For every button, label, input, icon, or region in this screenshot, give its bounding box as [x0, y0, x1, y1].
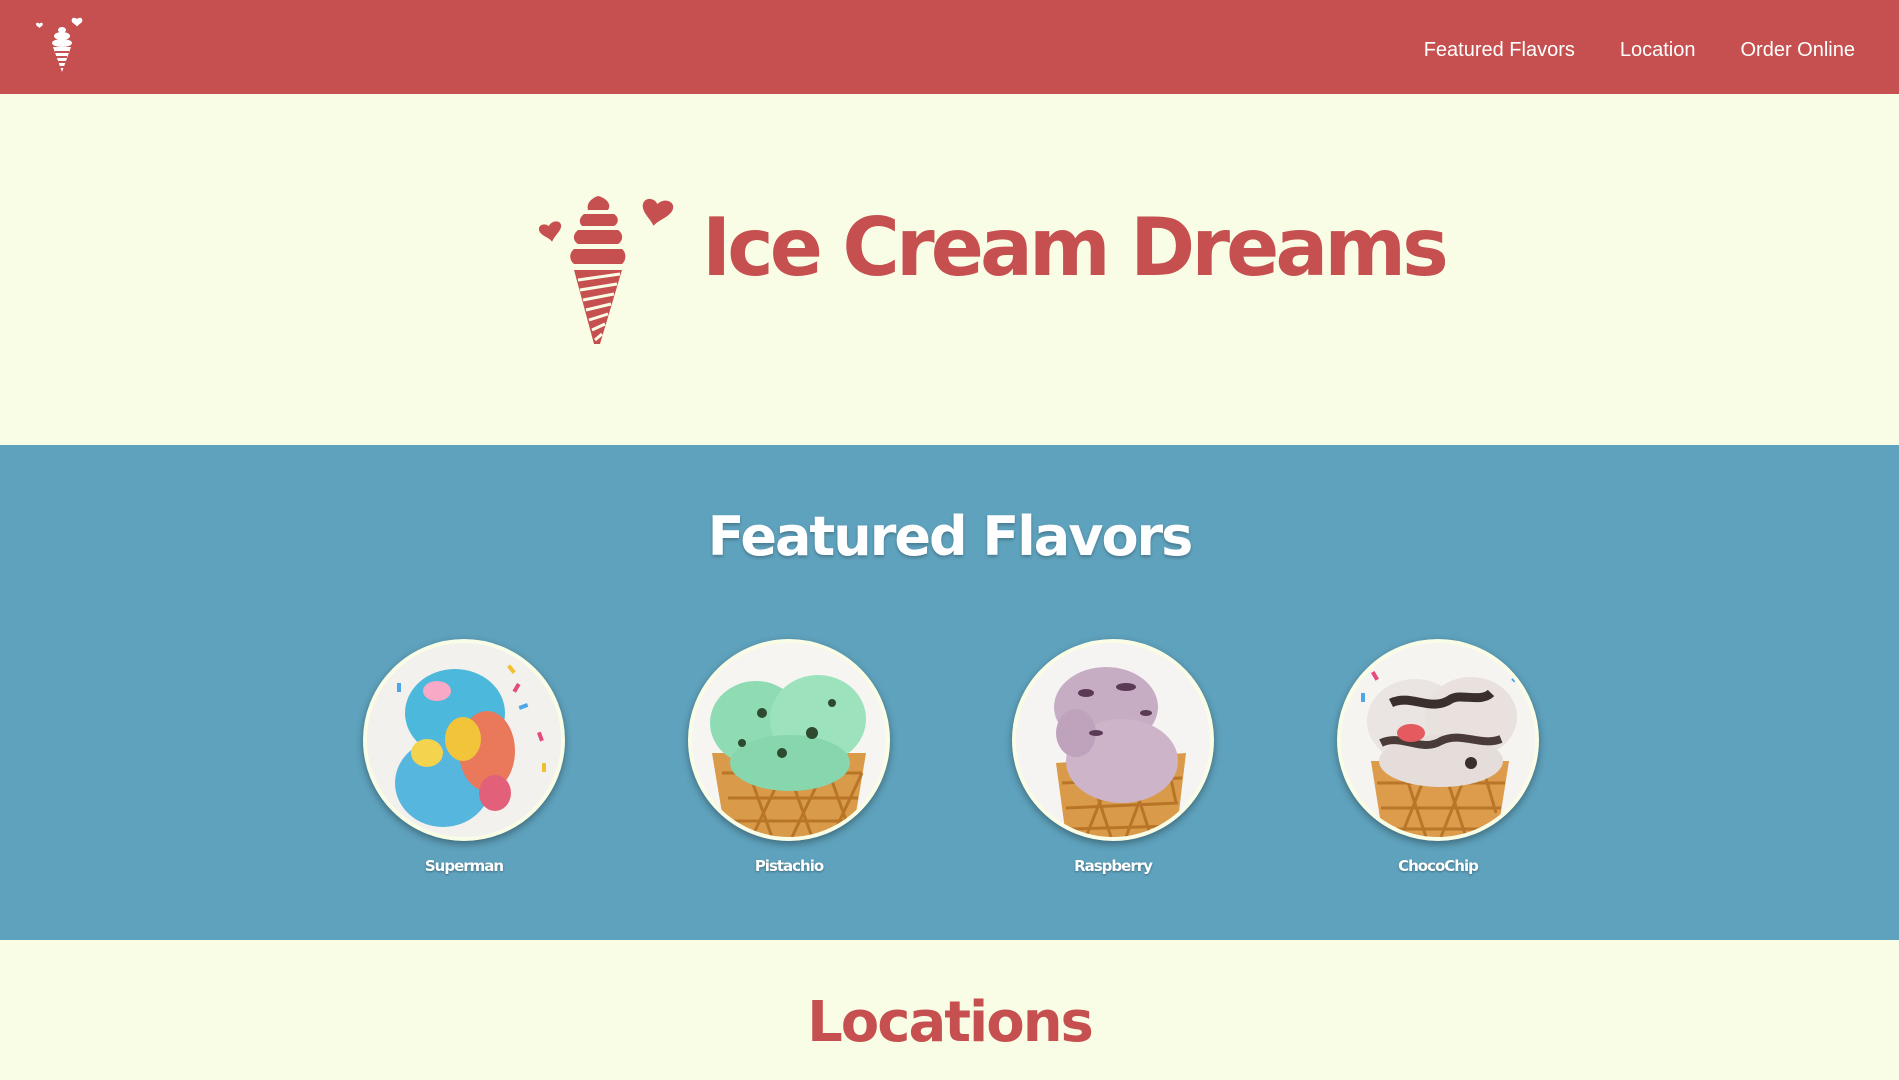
nav-links: Featured Flavors Location Order Online [1424, 0, 1855, 100]
nav-link-location[interactable]: Location [1620, 39, 1696, 62]
ice-cream-cone-hearts-icon [539, 196, 674, 344]
flavor-image-raspberry[interactable] [1012, 639, 1214, 841]
ice-cream-logo-icon[interactable] [36, 16, 92, 74]
flavor-name-chocochip: ChocoChip [1398, 857, 1479, 875]
flavor-image-chocochip[interactable] [1337, 639, 1539, 841]
nav-link-order-online[interactable]: Order Online [1741, 39, 1856, 62]
flavor-card-chocochip[interactable]: ChocoChip [1337, 639, 1539, 889]
locations-section: Locations [0, 940, 1899, 1080]
flavor-name-pistachio: Pistachio [754, 857, 824, 875]
flavor-card-superman[interactable]: Superman [363, 639, 565, 889]
top-nav-bar: Featured Flavors Location Order Online [0, 0, 1899, 94]
flavor-name-superman: Superman [424, 857, 504, 875]
locations-title: Locations [807, 990, 1094, 1055]
flavor-card-raspberry[interactable]: Raspberry [1012, 639, 1214, 889]
featured-flavors-section: Featured Flavors Superman Pistachio Rasp… [0, 445, 1899, 940]
site-title: Ice Cream Dreams [702, 201, 1449, 294]
flavor-image-superman[interactable] [363, 639, 565, 841]
flavor-image-pistachio[interactable] [688, 639, 890, 841]
flavor-list: Superman Pistachio Raspberry ChocoChip [0, 639, 1899, 889]
flavor-name-raspberry: Raspberry [1074, 857, 1153, 875]
featured-flavors-title: Featured Flavors [707, 505, 1194, 568]
nav-link-featured-flavors[interactable]: Featured Flavors [1424, 39, 1575, 62]
hero-section: Ice Cream Dreams [0, 94, 1899, 445]
flavor-card-pistachio[interactable]: Pistachio [688, 639, 890, 889]
